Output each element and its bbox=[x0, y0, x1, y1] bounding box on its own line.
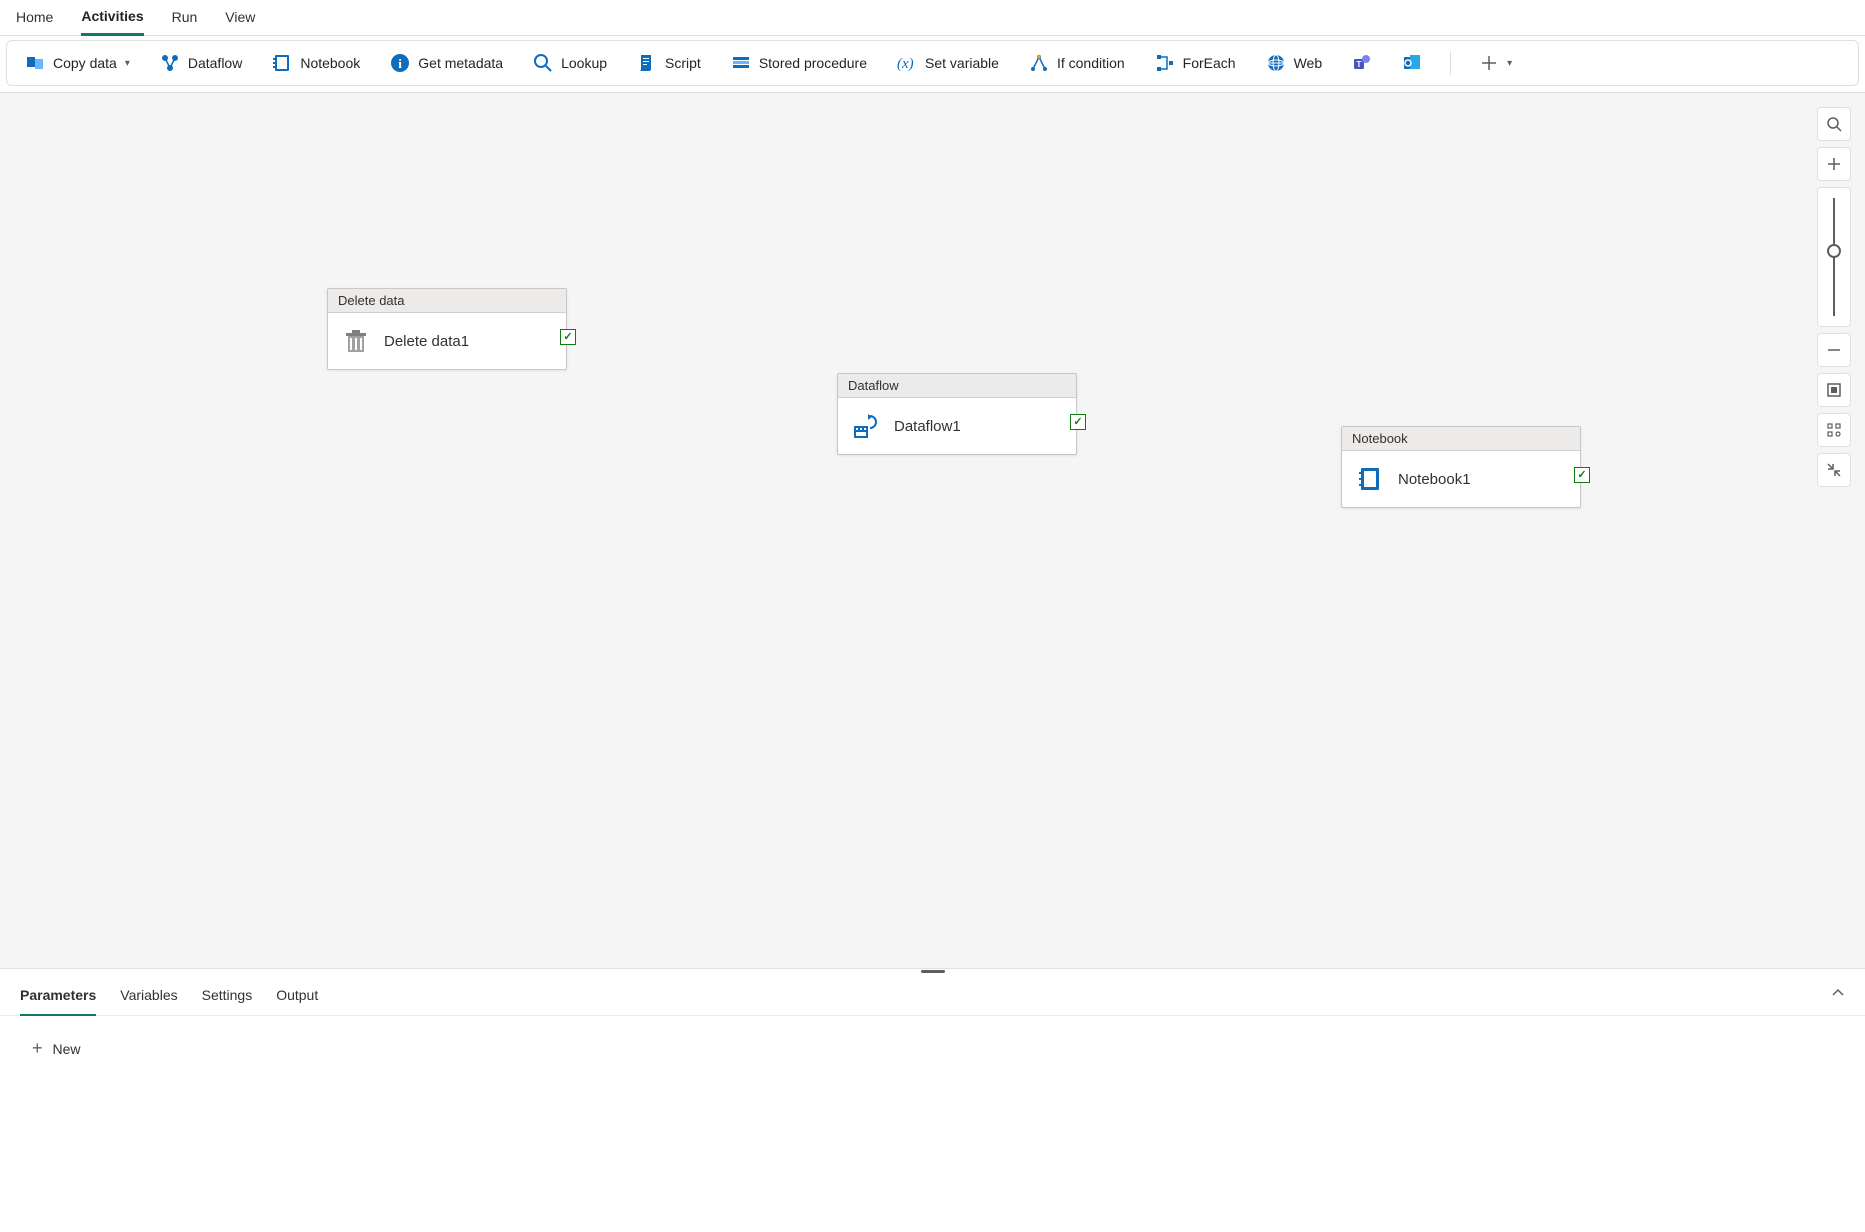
check-icon: ✓ bbox=[1073, 417, 1082, 428]
activity-name-label: Dataflow1 bbox=[894, 418, 961, 435]
toolbar-set-variable[interactable]: (x) Set variable bbox=[891, 49, 1005, 77]
check-icon: ✓ bbox=[563, 332, 572, 343]
toolbar-outlook[interactable] bbox=[1396, 49, 1428, 77]
success-badge: ✓ bbox=[560, 329, 576, 345]
bottom-tab-parameters[interactable]: Parameters bbox=[20, 974, 96, 1016]
toolbar-stored-procedure[interactable]: Stored procedure bbox=[725, 49, 873, 77]
top-tabs: Home Activities Run View bbox=[0, 0, 1865, 36]
toolbar-dataflow-label: Dataflow bbox=[188, 55, 242, 71]
toolbar-foreach-label: ForEach bbox=[1183, 55, 1236, 71]
drag-grip-icon bbox=[921, 970, 945, 973]
variable-icon: (x) bbox=[897, 53, 917, 73]
activity-type-label: Delete data bbox=[328, 289, 566, 313]
activity-dataflow[interactable]: Dataflow Dataflow1 ✓ bbox=[837, 373, 1077, 455]
tab-activities[interactable]: Activities bbox=[81, 0, 143, 36]
toolbar-lookup[interactable]: Lookup bbox=[527, 49, 613, 77]
info-icon: i bbox=[390, 53, 410, 73]
activity-name-label: Delete data1 bbox=[384, 333, 469, 350]
tab-view[interactable]: View bbox=[225, 0, 255, 36]
activity-delete-data[interactable]: Delete data Delete data1 ✓ bbox=[327, 288, 567, 370]
activities-toolbar: Copy data ▾ Dataflow Notebook i Get meta… bbox=[6, 40, 1859, 86]
new-parameter-button[interactable]: + New bbox=[24, 1032, 89, 1065]
svg-text:i: i bbox=[398, 56, 402, 71]
bottom-tab-output[interactable]: Output bbox=[276, 974, 318, 1016]
check-icon: ✓ bbox=[1577, 470, 1586, 481]
collapse-panel-button[interactable] bbox=[1831, 986, 1845, 1003]
dataflow-icon bbox=[160, 53, 180, 73]
success-badge: ✓ bbox=[1574, 467, 1590, 483]
dataflow-node-icon bbox=[852, 412, 880, 440]
if-condition-icon bbox=[1029, 53, 1049, 73]
script-icon bbox=[637, 53, 657, 73]
plus-icon: + bbox=[32, 1038, 43, 1059]
zoom-slider[interactable] bbox=[1817, 187, 1851, 327]
toolbar-web-label: Web bbox=[1294, 55, 1323, 71]
globe-icon bbox=[1266, 53, 1286, 73]
tab-home[interactable]: Home bbox=[16, 0, 53, 36]
toolbar-dataflow[interactable]: Dataflow bbox=[154, 49, 248, 77]
svg-text:T: T bbox=[1357, 60, 1362, 69]
toolbar-teams[interactable]: T bbox=[1346, 49, 1378, 77]
toolbar-notebook-label: Notebook bbox=[300, 55, 360, 71]
outlook-icon bbox=[1402, 53, 1422, 73]
search-icon bbox=[533, 53, 553, 73]
toolbar-script-label: Script bbox=[665, 55, 701, 71]
bottom-tabs: Parameters Variables Settings Output bbox=[0, 974, 1865, 1016]
fit-to-screen-button[interactable] bbox=[1817, 373, 1851, 407]
toolbar-copy-data-label: Copy data bbox=[53, 55, 117, 71]
activity-name-label: Notebook1 bbox=[1398, 471, 1471, 488]
toolbar-set-variable-label: Set variable bbox=[925, 55, 999, 71]
bottom-panel-content: + New bbox=[0, 1016, 1865, 1081]
bottom-panel: Parameters Variables Settings Output + N… bbox=[0, 974, 1865, 1232]
pipeline-canvas-wrap: Delete data Delete data1 ✓ Dataflow Data… bbox=[0, 92, 1865, 968]
zoom-out-button[interactable] bbox=[1817, 333, 1851, 367]
toolbar-web[interactable]: Web bbox=[1260, 49, 1329, 77]
toolbar-if-condition-label: If condition bbox=[1057, 55, 1125, 71]
toolbar-lookup-label: Lookup bbox=[561, 55, 607, 71]
notebook-node-icon bbox=[1356, 465, 1384, 493]
toolbar-separator bbox=[1450, 51, 1451, 75]
svg-text:(x): (x) bbox=[897, 56, 914, 72]
auto-align-button[interactable] bbox=[1817, 413, 1851, 447]
toolbar-if-condition[interactable]: If condition bbox=[1023, 49, 1131, 77]
trash-icon bbox=[342, 327, 370, 355]
pipeline-canvas[interactable]: Delete data Delete data1 ✓ Dataflow Data… bbox=[0, 93, 1865, 968]
toolbar-script[interactable]: Script bbox=[631, 49, 707, 77]
toolbar-get-metadata[interactable]: i Get metadata bbox=[384, 49, 509, 77]
canvas-search-button[interactable] bbox=[1817, 107, 1851, 141]
chevron-down-icon: ▾ bbox=[1507, 58, 1512, 69]
teams-icon: T bbox=[1352, 53, 1372, 73]
minimize-button[interactable] bbox=[1817, 453, 1851, 487]
toolbar-stored-procedure-label: Stored procedure bbox=[759, 55, 867, 71]
notebook-icon bbox=[272, 53, 292, 73]
canvas-right-tools bbox=[1817, 107, 1851, 487]
toolbar-foreach[interactable]: ForEach bbox=[1149, 49, 1242, 77]
zoom-in-button[interactable] bbox=[1817, 147, 1851, 181]
plus-icon bbox=[1479, 53, 1499, 73]
success-badge: ✓ bbox=[1070, 414, 1086, 430]
activity-type-label: Notebook bbox=[1342, 427, 1580, 451]
toolbar-add-more[interactable]: ▾ bbox=[1473, 49, 1518, 77]
toolbar-copy-data[interactable]: Copy data ▾ bbox=[19, 49, 136, 77]
zoom-slider-thumb[interactable] bbox=[1827, 244, 1841, 258]
connectors bbox=[0, 93, 300, 243]
bottom-tab-variables[interactable]: Variables bbox=[120, 974, 177, 1016]
activity-type-label: Dataflow bbox=[838, 374, 1076, 398]
activity-notebook[interactable]: Notebook Notebook1 ✓ bbox=[1341, 426, 1581, 508]
chevron-down-icon: ▾ bbox=[125, 58, 130, 69]
new-parameter-label: New bbox=[53, 1041, 81, 1057]
foreach-icon bbox=[1155, 53, 1175, 73]
tab-run[interactable]: Run bbox=[172, 0, 198, 36]
toolbar-get-metadata-label: Get metadata bbox=[418, 55, 503, 71]
toolbar-notebook[interactable]: Notebook bbox=[266, 49, 366, 77]
stored-procedure-icon bbox=[731, 53, 751, 73]
copy-data-icon bbox=[25, 53, 45, 73]
bottom-tab-settings[interactable]: Settings bbox=[202, 974, 253, 1016]
